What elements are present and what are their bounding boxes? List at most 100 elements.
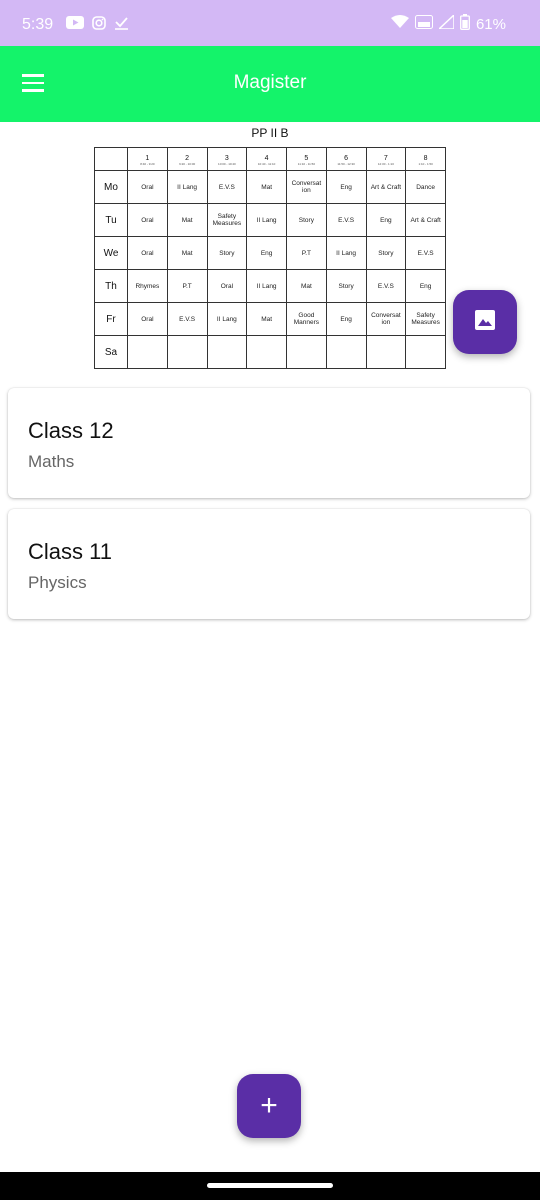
period-header: 7 12:30 - 1:10 — [365, 147, 407, 171]
timetable-cell: II Lang — [325, 236, 367, 270]
subject-label: II Lang — [177, 183, 198, 191]
period-time: 9:20 - 10:00 — [179, 161, 196, 166]
subject-label: Story — [298, 216, 314, 224]
period-header: 1 8:40 - 9:20 — [127, 147, 168, 171]
subject-label: Mat — [261, 315, 273, 323]
subject-label: Oral — [220, 282, 234, 290]
period-time: 11:10 - 11:50 — [297, 161, 315, 166]
subject-label: Eng — [260, 249, 273, 257]
home-gesture-handle[interactable] — [207, 1183, 333, 1188]
timetable-cell: Mat — [166, 203, 208, 237]
subject-label: Safety Measures — [212, 213, 242, 227]
signal-icon — [437, 13, 455, 33]
subject-label: Eng — [340, 183, 352, 191]
timetable-cell: Good Manners — [286, 302, 327, 336]
timetable-row: We Oral Mat Story Eng P.T II Lang Story E.V.S — [94, 236, 446, 270]
timetable-cell — [405, 335, 446, 369]
timetable-cell: Oral — [127, 203, 168, 237]
subject-label: II Lang — [256, 216, 277, 224]
subject-label: Eng — [340, 315, 352, 323]
timetable-cell — [206, 335, 248, 369]
check-icon — [114, 15, 129, 35]
subject-label: Mat — [181, 216, 193, 224]
subject-label: Oral — [141, 216, 154, 224]
period-time: 10:00 - 10:40 — [218, 161, 236, 166]
battery-percent: 61% — [475, 15, 506, 33]
subject-label: E.V.S — [417, 249, 434, 257]
subject-label: E.V.S — [218, 183, 235, 191]
status-time: 5:39 — [22, 16, 54, 33]
timetable-cell: Oral — [127, 302, 168, 336]
timetable-cell: Conversat ion — [365, 302, 407, 336]
timetable-cell: Art & Craft — [405, 203, 446, 237]
timetable-cell: Story — [286, 203, 327, 237]
class-card[interactable]: Class 11 Physics — [8, 509, 530, 619]
subject-label: Dance — [416, 183, 436, 191]
subject-label: Mat — [300, 282, 312, 290]
battery-icon — [460, 14, 470, 34]
period-time: 10:40 - 11:10 — [257, 161, 276, 166]
subject-label: II Lang — [336, 249, 357, 257]
subject-label: Art & Craft — [370, 183, 402, 191]
subject-label: Oral — [141, 315, 154, 323]
period-time: 8:40 - 9:20 — [140, 161, 155, 166]
subject-label: Good Manners — [293, 312, 320, 326]
period-number: 8 — [423, 154, 428, 162]
period-number: 3 — [224, 154, 229, 162]
timetable-cell: Story — [206, 236, 248, 270]
timetable-cell — [127, 335, 168, 369]
day-label: Fr — [94, 302, 128, 336]
day-label: Mo — [94, 170, 128, 204]
timetable-cell: Story — [325, 269, 367, 303]
timetable-cell: Safety Measures — [405, 302, 446, 336]
subject-label: Story — [338, 282, 354, 290]
youtube-icon — [66, 16, 84, 34]
subject-label: Story — [219, 249, 235, 257]
timetable-title: PP II B — [251, 126, 289, 140]
class-card[interactable]: Class 12 Maths — [8, 388, 530, 498]
day-label: Th — [94, 269, 128, 303]
subject-label: Conversat ion — [291, 180, 322, 194]
class-card-subject: Physics — [28, 573, 87, 592]
timetable-cell: Story — [365, 236, 407, 270]
subject-label: E.V.S — [179, 315, 196, 323]
image-icon — [474, 309, 496, 336]
timetable-cell: Eng — [325, 170, 367, 204]
subject-label: Safety Measures — [411, 312, 440, 326]
timetable-cell: E.V.S — [365, 269, 407, 303]
period-number: 1 — [145, 154, 150, 162]
timetable-cell: E.V.S — [166, 302, 208, 336]
period-header: 8 1:10 - 1:50 — [405, 147, 446, 171]
period-number: 5 — [304, 154, 309, 162]
timetable-cell: Mat — [286, 269, 327, 303]
subject-label: Mat — [181, 249, 193, 257]
timetable-image[interactable]: PP II B 1 8:40 - 9:20 2 9:20 - 10:00 3 10:00 … — [92, 126, 448, 372]
class-card-subject: Maths — [28, 452, 75, 471]
timetable-cell: Mat — [246, 170, 287, 204]
add-button[interactable]: + — [237, 1074, 301, 1138]
app-title: Magister — [233, 72, 307, 93]
period-number: 6 — [344, 154, 349, 162]
image-fab-button[interactable] — [453, 290, 517, 354]
subject-label: Mat — [261, 183, 273, 191]
timetable-cell: E.V.S — [325, 203, 367, 237]
subject-label: Oral — [141, 183, 154, 191]
navigation-bar — [0, 1172, 540, 1200]
timetable-cell — [365, 335, 407, 369]
subject-label: II Lang — [256, 282, 277, 290]
subject-label: Oral — [141, 249, 154, 257]
timetable-cell: E.V.S — [206, 170, 248, 204]
timetable-cell: Rhymes — [127, 269, 168, 303]
wifi-icon — [390, 15, 409, 33]
app-bar: Magister — [0, 46, 540, 122]
subject-label: Conversat ion — [371, 312, 401, 326]
timetable-cell — [286, 335, 327, 369]
timetable-row: Sa — [94, 335, 446, 369]
timetable-cell — [246, 335, 287, 369]
timetable-cell: II Lang — [206, 302, 248, 336]
timetable-cell: P.T — [166, 269, 208, 303]
period-number: 4 — [264, 154, 269, 162]
day-label: We — [94, 236, 128, 270]
subject-label: E.V.S — [377, 282, 394, 290]
status-bar: 5:39 61% — [0, 0, 540, 46]
